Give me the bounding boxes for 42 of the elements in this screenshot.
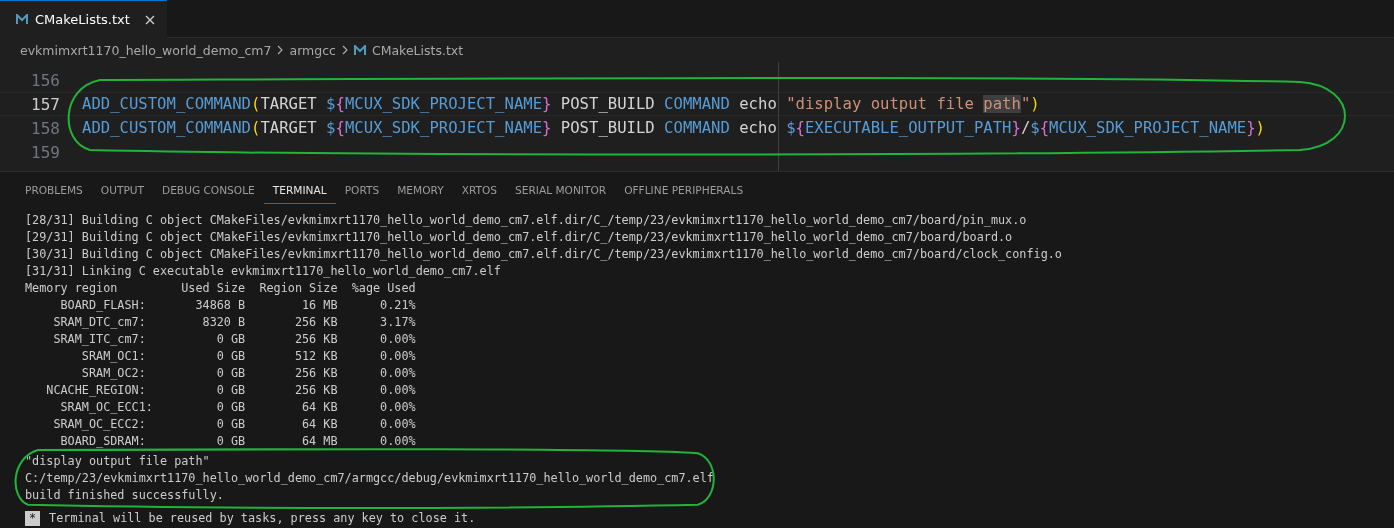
code-line: ADD_CUSTOM_COMMAND(TARGET ${MCUX_SDK_PROJECT_NAME} POST_BUILD COMMAND echo ${EXECUTABLE_OUTPUT_PATH}/${MCUX_SDK_PROJECT_NAME}) [82, 119, 1265, 137]
terminal-line: build finished successfully. [25, 487, 225, 504]
terminal-line: [30/31] Building C object CMakeFiles/evkmimxrt1170_hello_world_demo_cm7.elf.dir/C_/temp/23/evkmimxrt1170_hello_world_demo_cm7/board/clock_config.o [25, 246, 1063, 263]
terminal-line: SRAM_OC_ECC2: 0 GB 64 KB 0.00% [52, 416, 417, 433]
terminal-line: Memory region Used Size Region Size %age Used [25, 280, 417, 297]
editor-tab[interactable]: CMakeLists.txt [0, 0, 167, 38]
panel-tab[interactable]: PORTS [335, 182, 389, 204]
line-number: 156 [30, 70, 60, 90]
terminal-line: BOARD_FLASH: 34868 B 16 MB 0.21% [59, 297, 417, 314]
panel-tab[interactable]: PROBLEMS [16, 182, 92, 204]
terminal-line: SRAM_ITC_cm7: 0 GB 256 KB 0.00% [52, 331, 417, 348]
terminal-line: BOARD_SDRAM: 0 GB 64 MB 0.00% [59, 433, 417, 450]
terminal-line: "display output file path" [25, 453, 211, 470]
code-line: ADD_CUSTOM_COMMAND(TARGET ${MCUX_SDK_PROJECT_NAME} POST_BUILD COMMAND echo "display output file path") [82, 95, 1040, 113]
terminal-line: SRAM_OC2: 0 GB 256 KB 0.00% [80, 365, 417, 382]
m-file-icon [16, 14, 28, 25]
panel-tab[interactable]: TERMINAL [263, 182, 336, 204]
code-editor[interactable] [0, 62, 1394, 172]
terminal-line: SRAM_DTC_cm7: 8320 B 256 KB 3.17% [52, 314, 417, 331]
breadcrumb-label: CMakeLists.txt [371, 42, 464, 58]
panel-tab[interactable]: XRTOS [452, 182, 507, 204]
terminal-line: SRAM_OC_ECC1: 0 GB 64 KB 0.00% [59, 399, 417, 416]
terminal-badge: * [25, 511, 41, 526]
panel-tab[interactable]: MEMORY [388, 182, 453, 204]
terminal-line: [28/31] Building C object CMakeFiles/evkmimxrt1170_hello_world_demo_cm7.elf.dir/C_/temp/23/evkmimxrt1170_hello_world_demo_cm7/board/pin_mux.o [25, 212, 1028, 229]
panel-tab[interactable]: OUTPUT [91, 182, 153, 204]
panel-tab[interactable]: DEBUG CONSOLE [153, 182, 264, 204]
panel-tab[interactable]: SERIAL MONITOR [506, 182, 616, 204]
breadcrumb-item[interactable]: evkmimxrt1170_hello_world_demo_cm7 [20, 42, 272, 58]
panel-tab[interactable]: OFFLINE PERIPHERALS [615, 182, 753, 204]
terminal-line: C:/temp/23/evkmimxrt1170_hello_world_demo_cm7/armgcc/debug/evkmimxrt1170_hello_world_demo_cm7.elf [25, 470, 715, 487]
m-file-icon [353, 44, 366, 56]
line-number: 159 [30, 142, 60, 162]
terminal-line: SRAM_OC1: 0 GB 512 KB 0.00% [80, 348, 417, 365]
line-number: 157 [30, 94, 60, 114]
line-number: 158 [30, 118, 60, 138]
terminal-notice: Terminal will be reused by tasks, press any key to close it. [49, 510, 476, 527]
terminal-line: [31/31] Linking C executable evkmimxrt1170_hello_world_demo_cm7.elf [25, 263, 502, 280]
breadcrumb-item[interactable]: armgcc [289, 42, 336, 58]
terminal-line: NCACHE_REGION: 0 GB 256 KB 0.00% [45, 382, 417, 399]
terminal-line: [29/31] Building C object CMakeFiles/evkmimxrt1170_hello_world_demo_cm7.elf.dir/C_/temp/23/evkmimxrt1170_hello_world_demo_cm7/board/board.o [25, 229, 1014, 246]
breadcrumb-item[interactable]: CMakeLists.txt [353, 42, 464, 58]
